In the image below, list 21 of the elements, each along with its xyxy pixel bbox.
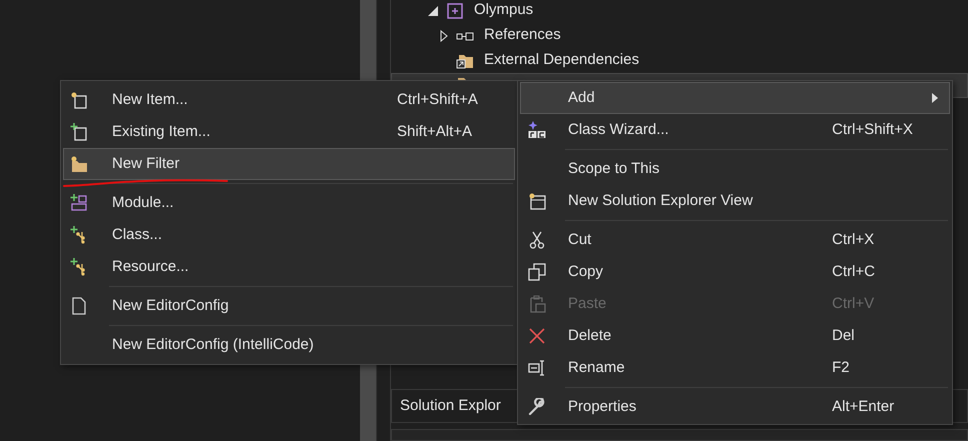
menu-item[interactable]: Add bbox=[520, 82, 950, 114]
menu-item[interactable]: Delete Del bbox=[520, 320, 950, 352]
menu-item[interactable]: Copy Ctrl+C bbox=[520, 256, 950, 288]
menu-item[interactable]: Scope to This bbox=[520, 153, 950, 185]
menu-item[interactable]: New Solution Explorer View bbox=[520, 185, 950, 217]
menu-item[interactable]: Properties Alt+Enter bbox=[520, 391, 950, 423]
panel-tab[interactable]: Solution Explor bbox=[400, 394, 501, 418]
menu-item[interactable]: Existing Item... Shift+Alt+A bbox=[63, 116, 515, 148]
menu-item[interactable]: New EditorConfig bbox=[63, 290, 515, 322]
menu-item[interactable]: New Filter bbox=[63, 148, 515, 180]
menu-item[interactable]: Resource... bbox=[63, 251, 515, 283]
menu-item[interactable]: Rename F2 bbox=[520, 352, 950, 384]
menu-item[interactable]: Cut Ctrl+X bbox=[520, 224, 950, 256]
menu-item[interactable]: Class... bbox=[63, 219, 515, 251]
tree-item[interactable]: References bbox=[391, 23, 968, 48]
menu-item[interactable]: Module... bbox=[63, 187, 515, 219]
menu-item[interactable]: New Item... Ctrl+Shift+A bbox=[63, 84, 515, 116]
tree-item[interactable]: Olympus bbox=[391, 0, 968, 23]
menu-item[interactable]: New EditorConfig (IntelliCode) bbox=[63, 329, 515, 361]
menu-item[interactable]: Class Wizard... Ctrl+Shift+X bbox=[520, 114, 950, 146]
tree-item[interactable]: External Dependencies bbox=[391, 48, 968, 73]
